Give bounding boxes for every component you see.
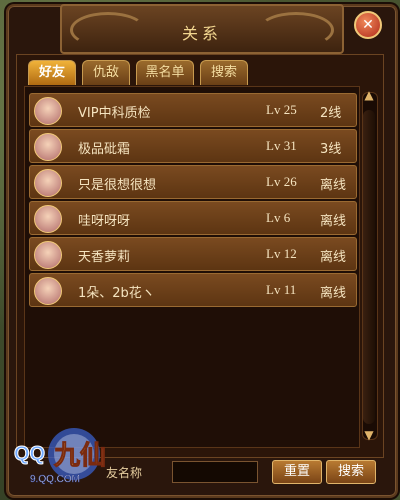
friend-name: 1朵、2b花ヽ	[78, 286, 155, 301]
friend-list: VIP中科质检 Lv 25 2线 极品砒霜 Lv 31 3线 只是很想很想 Lv…	[24, 86, 360, 448]
title-bar[interactable]: 关系	[60, 4, 344, 54]
tab-enemies[interactable]: 仇敌	[82, 60, 130, 85]
friend-row[interactable]: 1朵、2b花ヽ Lv 11 离线	[29, 273, 357, 307]
friend-name: 天香萝莉	[78, 250, 131, 265]
friend-status: 离线	[320, 250, 347, 265]
tab-blacklist[interactable]: 黑名单	[136, 60, 194, 85]
friend-name-input[interactable]	[172, 461, 258, 483]
avatar	[34, 241, 62, 269]
friend-name: 哇呀呀呀	[78, 214, 131, 229]
avatar	[34, 277, 62, 305]
window-title: 关系	[181, 24, 222, 43]
friend-status: 3线	[320, 142, 342, 157]
friend-name: 只是很想很想	[78, 178, 157, 193]
friend-status: 离线	[320, 286, 347, 301]
friend-row[interactable]: 只是很想很想 Lv 26 离线	[29, 165, 357, 199]
friend-level: Lv 26	[266, 174, 297, 189]
friend-name: 极品砒霜	[78, 142, 131, 157]
avatar	[34, 97, 62, 125]
friend-row[interactable]: 哇呀呀呀 Lv 6 离线	[29, 201, 357, 235]
tab-search[interactable]: 搜索	[200, 60, 248, 85]
avatar	[34, 205, 62, 233]
friend-level: Lv 6	[266, 210, 291, 225]
friend-level: Lv 11	[266, 282, 297, 297]
friend-row[interactable]: VIP中科质检 Lv 25 2线	[29, 93, 357, 127]
friend-name: VIP中科质检	[78, 106, 151, 121]
friend-status: 离线	[320, 214, 347, 229]
svg-text:9.QQ.COM: 9.QQ.COM	[30, 474, 80, 485]
svg-text:九仙: 九仙	[53, 441, 106, 471]
qq-jiuxian-logo: QQ 九仙 9.QQ.COM	[14, 428, 107, 485]
close-button[interactable]: ✕	[354, 11, 382, 39]
reset-button[interactable]: 重置	[272, 460, 322, 484]
friend-row[interactable]: 天香萝莉 Lv 12 离线	[29, 237, 357, 271]
scroll-down-icon[interactable]: ▼	[361, 428, 377, 442]
avatar	[34, 133, 62, 161]
friend-level: Lv 12	[266, 246, 297, 261]
friend-status: 离线	[320, 178, 347, 193]
tab-friends[interactable]: 好友	[28, 60, 76, 85]
friend-status: 2线	[320, 106, 342, 121]
svg-text:QQ: QQ	[14, 443, 45, 465]
search-button[interactable]: 搜索	[326, 460, 376, 484]
scrollbar-thumb[interactable]	[363, 110, 375, 424]
friend-row[interactable]: 极品砒霜 Lv 31 3线	[29, 129, 357, 163]
avatar	[34, 169, 62, 197]
friend-level: Lv 31	[266, 138, 297, 153]
friend-level: Lv 25	[266, 102, 297, 117]
scroll-up-icon[interactable]: ▲	[361, 88, 377, 102]
